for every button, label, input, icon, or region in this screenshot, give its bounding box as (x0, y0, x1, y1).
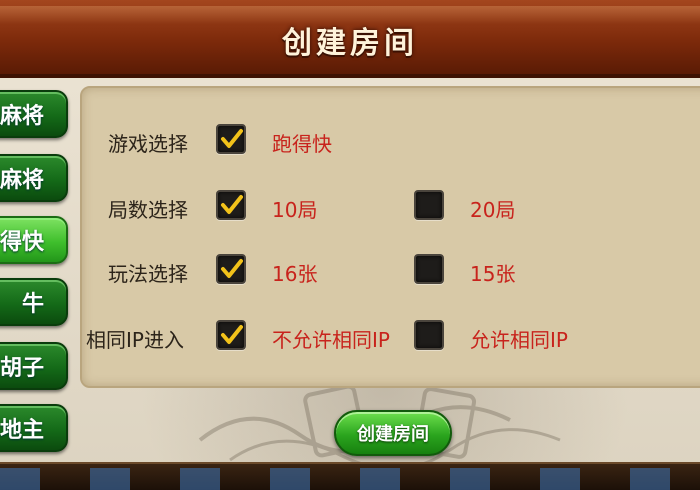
rounds-choice2-text[interactable]: 20局 (470, 194, 515, 223)
game-choice1-checkbox[interactable] (216, 124, 246, 154)
title-bar: 创建房间 (0, 0, 700, 78)
check-icon (221, 195, 243, 214)
page-title: 创建房间 (282, 26, 418, 61)
play-choice2-text[interactable]: 15张 (470, 258, 515, 287)
sidebar-item-2[interactable]: 麻将 (0, 154, 68, 202)
sidebar-item-1[interactable]: 麻将 (0, 90, 68, 138)
check-icon (221, 325, 243, 344)
sidebar-item-4[interactable]: 牛 (0, 278, 68, 326)
game-type-menu: 麻将 麻将 得快 牛 胡子 地主 (0, 84, 74, 460)
check-icon (221, 129, 243, 148)
sidebar-item-label: 麻将 (0, 104, 44, 129)
rounds-choice1-text[interactable]: 10局 (272, 194, 317, 223)
same-ip-label: 相同IP进入 (86, 328, 184, 352)
sidebar-item-label: 麻将 (0, 168, 44, 193)
create-room-button[interactable]: 创建房间 (334, 410, 452, 456)
rounds-choice1-checkbox[interactable] (216, 190, 246, 220)
floor-decoration (0, 468, 700, 490)
rounds-choice2-checkbox[interactable] (414, 190, 444, 220)
sidebar-item-3-active[interactable]: 得快 (0, 216, 68, 264)
ip-choice1-checkbox[interactable] (216, 320, 246, 350)
create-room-label: 创建房间 (357, 424, 429, 445)
sidebar-item-label: 胡子 (0, 356, 44, 381)
sidebar-item-label: 牛 (21, 292, 44, 317)
ip-choice2-checkbox[interactable] (414, 320, 444, 350)
game-choice1-text[interactable]: 跑得快 (272, 128, 332, 157)
play-choice1-text[interactable]: 16张 (272, 258, 317, 287)
rounds-select-label: 局数选择 (108, 198, 188, 222)
play-choice2-checkbox[interactable] (414, 254, 444, 284)
sidebar-item-label: 地主 (0, 418, 44, 443)
ip-choice2-text[interactable]: 允许相同IP (470, 324, 568, 353)
check-icon (221, 259, 243, 278)
game-select-label: 游戏选择 (108, 132, 188, 156)
sidebar-item-label: 得快 (0, 230, 44, 255)
ip-choice1-text[interactable]: 不允许相同IP (272, 324, 390, 353)
sidebar-item-6[interactable]: 地主 (0, 404, 68, 452)
play-choice1-checkbox[interactable] (216, 254, 246, 284)
sidebar-item-5[interactable]: 胡子 (0, 342, 68, 390)
play-select-label: 玩法选择 (108, 262, 188, 286)
